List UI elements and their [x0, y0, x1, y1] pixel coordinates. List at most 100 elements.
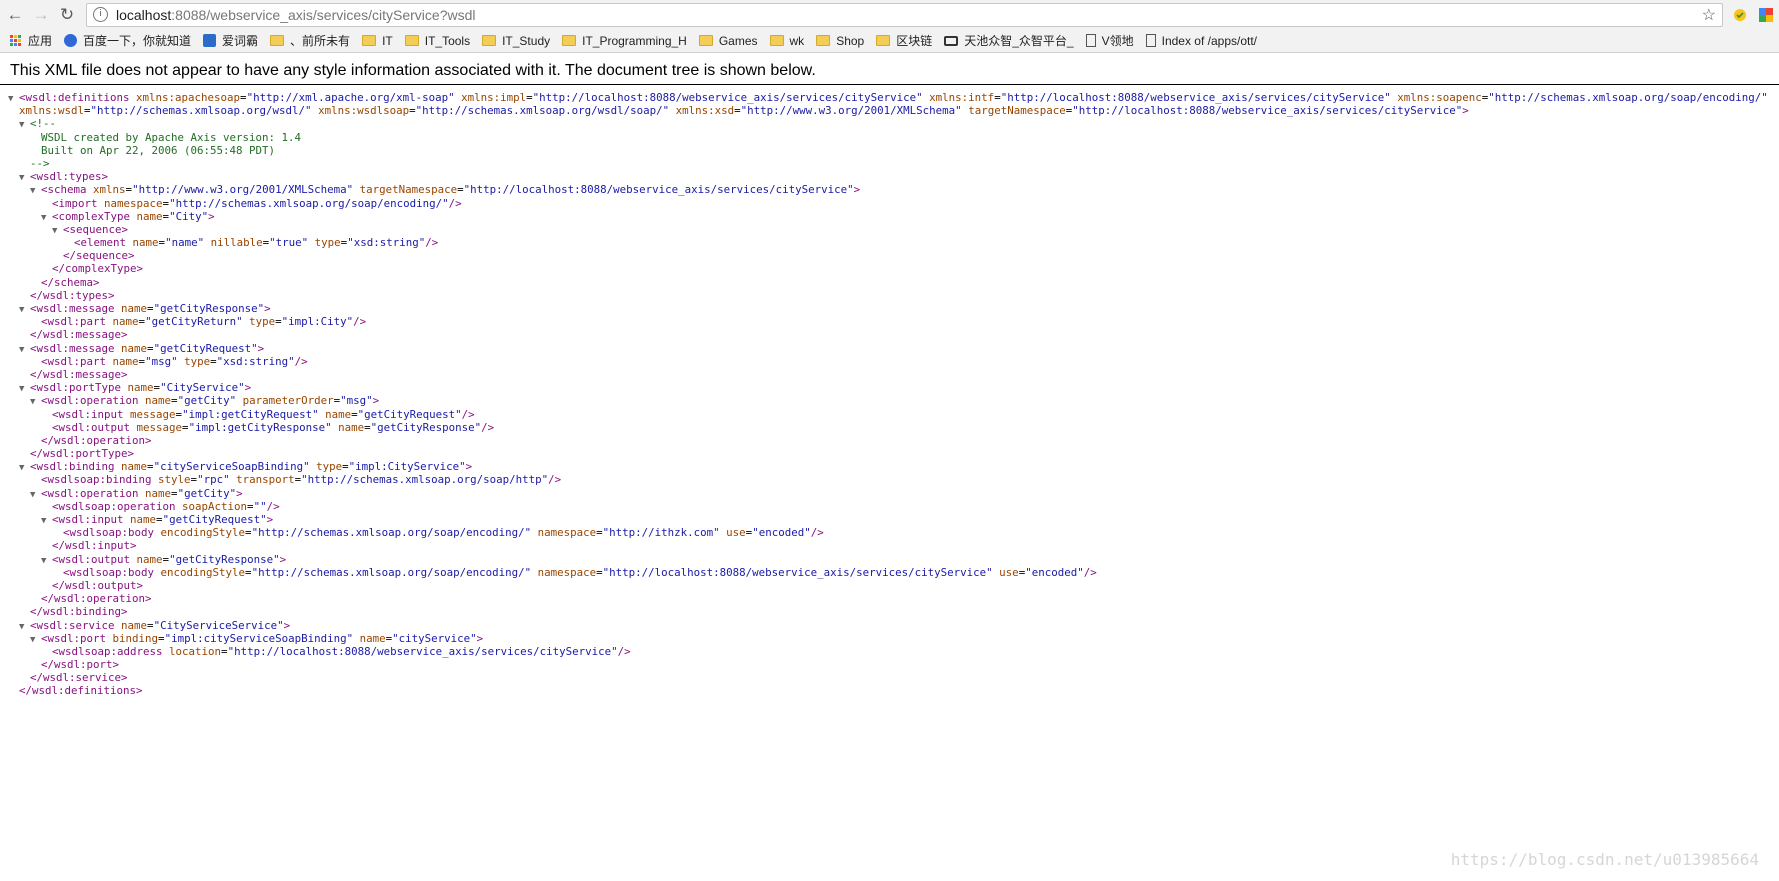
bookmark-item[interactable]: 百度一下，你就知道	[64, 32, 191, 49]
collapse-triangle-icon[interactable]: ▼	[19, 344, 30, 357]
folder-icon	[698, 35, 713, 46]
xml-line-content: </sequence>	[63, 249, 135, 263]
bookmark-item[interactable]: Index of /apps/ott/	[1145, 33, 1258, 48]
collapse-triangle-icon[interactable]: ▼	[30, 489, 41, 502]
xml-line: <element name="name" nillable="true" typ…	[8, 236, 1779, 249]
collapse-triangle-icon[interactable]: ▼	[19, 304, 30, 317]
bookmark-item[interactable]: 天池众智_众智平台_	[944, 32, 1074, 49]
xml-line-content: </wsdl:message>	[30, 328, 128, 342]
bookmark-item[interactable]: 爱词霸	[203, 32, 258, 49]
iciba-icon	[203, 34, 217, 47]
xml-line: ▼ <wsdl:types>	[8, 170, 1779, 183]
baidu-paw-icon	[64, 34, 78, 47]
xml-line: <wsdlsoap:address location="http://local…	[8, 645, 1779, 658]
xml-line-content: -->	[30, 156, 50, 170]
xml-line: ▼ <wsdl:definitions xmlns:apachesoap="htt…	[8, 91, 1779, 104]
xml-line: <wsdl:part name="msg" type="xsd:string"/…	[8, 355, 1779, 368]
bookmark-item[interactable]: V领地	[1085, 32, 1134, 49]
xml-line-content: </schema>	[41, 275, 100, 289]
xml-line-content: <element name="name" nillable="true" typ…	[74, 236, 439, 250]
xml-line: <wsdlsoap:body encodingStyle="http://sch…	[8, 526, 1779, 539]
xml-line: Built on Apr 22, 2006 (06:55:48 PDT)	[8, 144, 1779, 157]
bookmark-label: Shop	[836, 33, 865, 48]
bookmark-item[interactable]: wk	[769, 34, 804, 48]
xml-line-content: <wsdl:input name="getCityRequest">	[52, 513, 274, 526]
xml-line-content: <wsdl:output name="getCityResponse">	[52, 552, 287, 566]
folder-icon	[876, 35, 891, 46]
xml-line-content: <!--	[30, 117, 57, 131]
bookmark-item[interactable]: IT_Programming_H	[562, 34, 687, 48]
xml-line-content: </wsdl:port>	[41, 658, 120, 672]
collapse-triangle-icon[interactable]: ▼	[41, 212, 52, 225]
back-arrow-icon[interactable]: ←	[4, 4, 26, 26]
address-bar[interactable]: i localhost:8088/webservice_axis/service…	[86, 2, 1723, 27]
xml-line-content: <wsdl:message name="getCityResponse">	[30, 302, 271, 315]
xml-line-content: <wsdl:portType name="CityService">	[30, 381, 252, 395]
bookmark-item[interactable]: IT	[362, 34, 393, 48]
xml-line-content: Built on Apr 22, 2006 (06:55:48 PDT)	[41, 143, 276, 157]
xml-line-content: xmlns:wsdl="http://schemas.xmlsoap.org/w…	[19, 104, 1469, 118]
collapse-triangle-icon[interactable]: ▼	[30, 185, 41, 198]
xml-line-content: <wsdlsoap:binding style="rpc" transport=…	[41, 473, 562, 487]
folder-icon	[404, 35, 419, 46]
bookmark-item[interactable]: IT_Study	[482, 34, 550, 48]
info-icon[interactable]: i	[93, 7, 108, 22]
bookmark-label: IT	[382, 33, 393, 48]
xml-line-content: <wsdl:port binding="impl:cityServiceSoap…	[41, 631, 484, 645]
bookmark-item[interactable]: 、前所未有	[270, 32, 350, 49]
bookmark-label: IT_Programming_H	[582, 33, 687, 48]
collapse-triangle-icon[interactable]: ▼	[19, 462, 30, 475]
xml-line-content: <wsdl:output message="impl:getCityRespon…	[52, 420, 495, 434]
xml-line-content: <complexType name="City">	[52, 209, 215, 223]
xml-line-content: <wsdl:operation name="getCity" parameter…	[41, 394, 380, 408]
xml-line-content: <wsdl:part name="msg" type="xsd:string"/…	[41, 354, 308, 368]
url-path: :8088/webservice_axis/services/cityServi…	[171, 6, 476, 23]
collapse-triangle-icon[interactable]: ▼	[19, 383, 30, 396]
bookmark-label: 区块链	[896, 34, 933, 48]
bookmark-star-icon[interactable]: ☆	[1702, 5, 1716, 25]
forward-arrow-icon[interactable]: →	[30, 4, 52, 26]
collapse-triangle-icon[interactable]: ▼	[41, 555, 52, 568]
xml-line: <wsdl:input message="impl:getCityRequest…	[8, 408, 1779, 421]
xml-line-content: WSDL created by Apache Axis version: 1.4	[41, 130, 302, 144]
xml-line: </complexType>	[8, 262, 1779, 275]
collapse-triangle-icon[interactable]: ▼	[19, 119, 30, 132]
reload-icon[interactable]: ↻	[56, 4, 78, 26]
bookmark-item[interactable]: IT_Tools	[404, 34, 470, 48]
bookmark-item[interactable]: 应用	[10, 32, 52, 49]
xml-line-content: <sequence>	[63, 222, 129, 236]
collapse-triangle-icon[interactable]: ▼	[30, 396, 41, 409]
folder-icon	[362, 35, 377, 46]
xml-line: </wsdl:types>	[8, 289, 1779, 302]
xml-line-content: </wsdl:service>	[30, 671, 128, 685]
collapse-triangle-icon[interactable]: ▼	[19, 621, 30, 634]
extension-icon[interactable]	[1731, 6, 1749, 24]
page-icon	[1145, 34, 1156, 47]
bookmark-item[interactable]: Shop	[816, 34, 864, 48]
xml-style-notice: This XML file does not appear to have an…	[0, 53, 1779, 85]
tianchi-icon	[944, 35, 959, 46]
xml-line: <import namespace="http://schemas.xmlsoa…	[8, 197, 1779, 210]
folder-icon	[816, 35, 831, 46]
collapse-triangle-icon[interactable]: ▼	[52, 225, 63, 238]
collapse-triangle-icon[interactable]: ▼	[19, 172, 30, 185]
bookmark-item[interactable]: 区块链	[876, 32, 932, 49]
xml-line-content: <wsdlsoap:address location="http://local…	[52, 644, 631, 658]
bookmark-label: Index of /apps/ott/	[1161, 33, 1258, 48]
url-text[interactable]: localhost:8088/webservice_axis/services/…	[116, 7, 1702, 23]
google-translate-icon[interactable]	[1757, 6, 1775, 24]
collapse-triangle-icon[interactable]: ▼	[30, 634, 41, 647]
xml-line: ▼ <sequence>	[8, 223, 1779, 236]
url-host: localhost	[116, 6, 172, 23]
xml-line-content: </complexType>	[52, 262, 144, 276]
xml-line: ▼ <wsdl:service name="CityServiceService"…	[8, 619, 1779, 632]
xml-line-content: </wsdl:operation>	[41, 433, 152, 447]
xml-line: </wsdl:output>	[8, 579, 1779, 592]
bookmark-label: V领地	[1101, 34, 1134, 48]
bookmark-item[interactable]: Games	[698, 33, 758, 48]
xml-line-content: </wsdl:types>	[30, 288, 115, 302]
xml-line: <wsdl:part name="getCityReturn" type="im…	[8, 315, 1779, 328]
xml-line: ▼ <wsdl:input name="getCityRequest">	[8, 513, 1779, 526]
bookmark-label: Games	[718, 33, 758, 48]
collapse-triangle-icon[interactable]: ▼	[41, 515, 52, 528]
